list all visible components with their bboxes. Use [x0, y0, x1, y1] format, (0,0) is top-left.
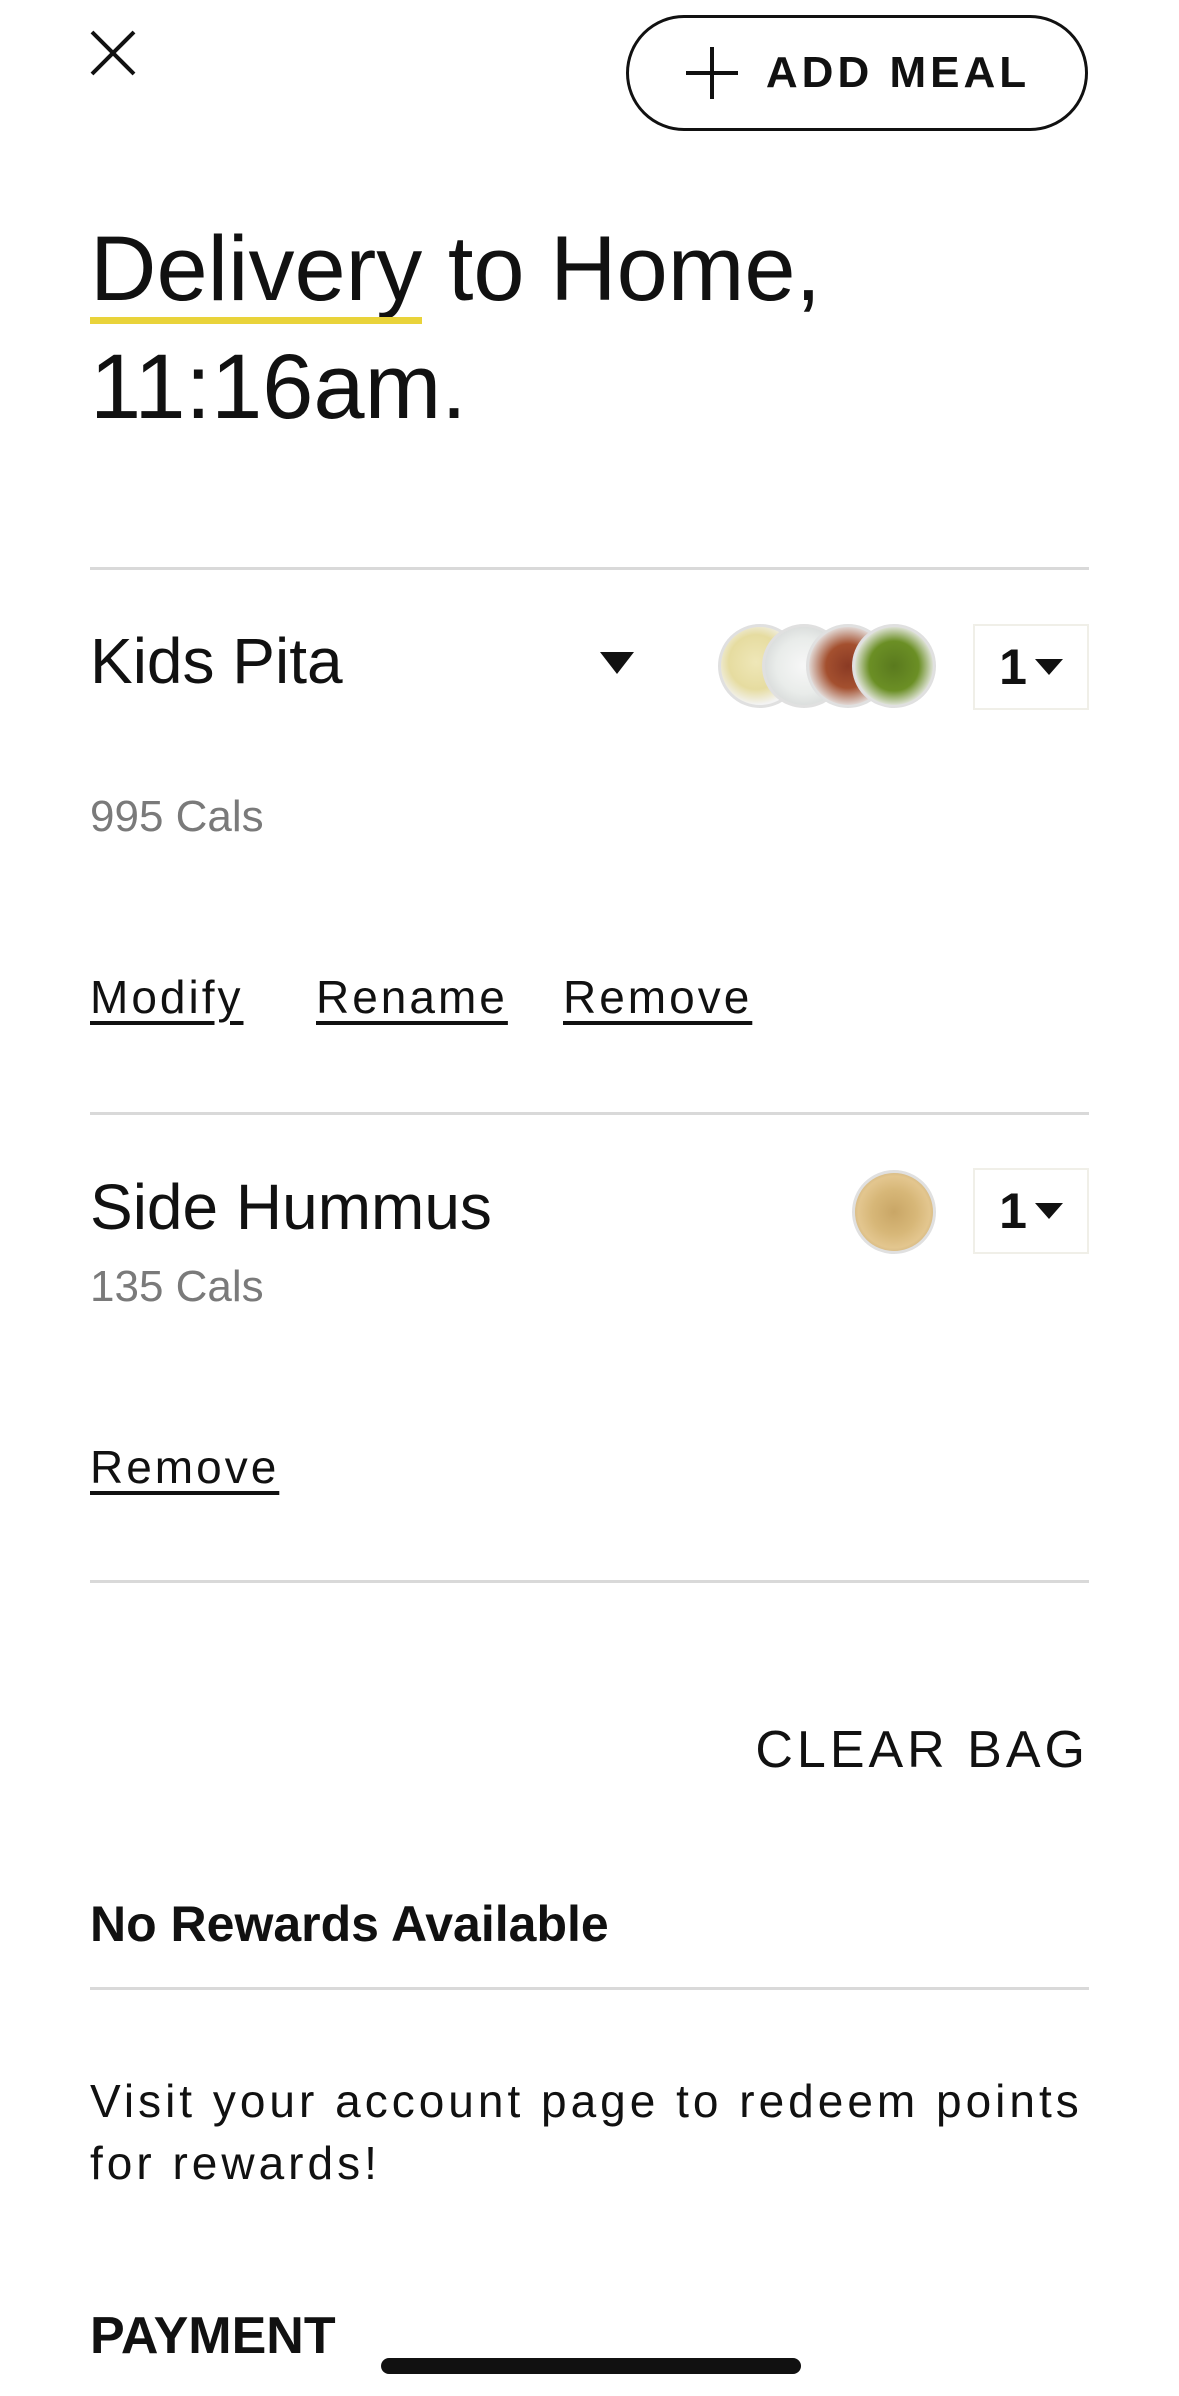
rewards-message: Visit your account page to redeem points…: [90, 2075, 1083, 2189]
hummus-icon: [852, 1170, 936, 1254]
add-meal-label: ADD MEAL: [765, 48, 1031, 97]
item-calories: 135 Cals: [90, 1262, 264, 1311]
item-calories: 995 Cals: [90, 792, 264, 841]
delivery-method-link[interactable]: Delivery: [90, 210, 423, 328]
item-name: Side Hummus: [90, 1171, 492, 1243]
quantity-selector[interactable]: 1: [973, 624, 1089, 710]
divider: [90, 1580, 1089, 1583]
greens-icon: [852, 624, 936, 708]
close-icon[interactable]: [80, 20, 146, 86]
plus-icon: [685, 47, 738, 99]
payment-heading: PAYMENT: [90, 2307, 336, 2365]
title-time: 11:16am.: [90, 336, 467, 438]
divider: [90, 1112, 1089, 1115]
remove-link[interactable]: Remove: [563, 970, 752, 1024]
quantity-value: 1: [999, 1183, 1027, 1239]
home-indicator[interactable]: [381, 2358, 801, 2374]
page-title: Delivery to Home, 11:16am.: [90, 210, 1090, 446]
modify-link[interactable]: Modify: [90, 970, 243, 1024]
rename-link[interactable]: Rename: [316, 970, 508, 1024]
caret-down-icon: [1034, 1203, 1063, 1219]
item-ingredient-thumbnails: [718, 624, 938, 710]
rewards-heading: No Rewards Available: [90, 1896, 609, 1952]
quantity-selector[interactable]: 1: [973, 1168, 1089, 1254]
remove-link[interactable]: Remove: [90, 1440, 279, 1494]
clear-bag-button[interactable]: CLEAR BAG: [755, 1720, 1089, 1780]
divider: [90, 1987, 1089, 1990]
item-name: Kids Pita: [90, 625, 343, 697]
caret-down-icon: [1034, 659, 1063, 675]
chevron-down-icon[interactable]: [600, 652, 634, 674]
divider: [90, 567, 1089, 570]
add-meal-button[interactable]: ADD MEAL: [626, 15, 1088, 131]
quantity-value: 1: [999, 639, 1027, 695]
title-destination: to Home,: [422, 218, 822, 320]
